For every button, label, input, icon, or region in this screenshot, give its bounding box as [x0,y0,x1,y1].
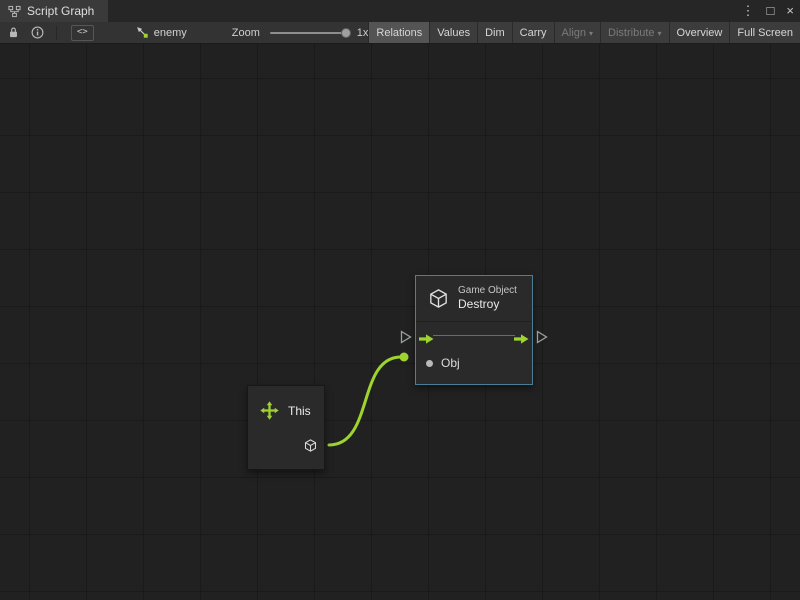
graph-name: enemy [154,27,187,39]
obj-port-row: Obj [416,350,532,376]
tab-title: Script Graph [27,4,94,18]
relation-line [433,335,515,336]
carry-button[interactable]: Carry [512,22,554,43]
zoom-slider-knob[interactable] [341,28,351,38]
node-title: Destroy [458,297,517,312]
graph-breadcrumb[interactable]: enemy [136,26,187,39]
this-output-cube-port[interactable] [303,438,318,453]
graph-asset-icon [136,26,149,39]
chevron-down-icon: ▾ [589,29,593,38]
game-object-cube-icon [427,287,450,310]
window-tab-bar: Script Graph ⋮ □ × [0,0,800,22]
toolbar-buttons: Relations Values Dim Carry Align ▾ Distr… [368,22,800,43]
obj-value-port[interactable] [426,360,433,367]
flow-output-port-triangle-icon[interactable] [536,330,548,344]
obj-port-label: Obj [441,356,460,370]
zoom-value: 1x [357,27,369,39]
connection-wire[interactable] [0,44,800,600]
node-destroy-header: Game Object Destroy [416,276,532,321]
window-close-icon[interactable]: × [780,0,800,22]
window-maximize-icon[interactable]: □ [761,0,781,22]
node-destroy[interactable]: Game Object Destroy Obj [415,275,533,385]
zoom-slider[interactable] [270,32,349,34]
script-graph-icon [8,5,21,18]
zoom-label: Zoom [232,27,260,39]
this-move-icon [259,400,280,421]
flow-output-arrow-icon[interactable] [514,331,529,341]
align-button[interactable]: Align ▾ [554,22,600,43]
code-icon[interactable]: <> [71,25,94,41]
flow-port-row [416,321,532,350]
dim-button[interactable]: Dim [477,22,512,43]
graph-toolbar: <> enemy Zoom 1x Relations Values Dim Ca… [0,22,800,44]
toolbar-separator [56,26,57,40]
node-title: This [288,404,311,418]
relations-button[interactable]: Relations [368,22,429,43]
flow-input-arrow-icon[interactable] [419,331,434,341]
overview-button[interactable]: Overview [669,22,730,43]
distribute-button[interactable]: Distribute ▾ [600,22,668,43]
node-this-header: This [248,386,324,421]
info-icon[interactable] [31,26,44,39]
chevron-down-icon: ▾ [658,29,662,38]
lock-icon[interactable] [8,26,19,39]
window-controls: ⋮ □ × [736,0,800,22]
window-menu-icon[interactable]: ⋮ [736,0,761,22]
full-screen-button[interactable]: Full Screen [729,22,800,43]
graph-canvas[interactable]: Game Object Destroy Obj [0,44,800,600]
tab-script-graph[interactable]: Script Graph [0,0,108,22]
node-this[interactable]: This [247,385,325,470]
flow-input-port-triangle-icon[interactable] [400,330,412,344]
values-button[interactable]: Values [429,22,477,43]
node-category: Game Object [458,285,517,298]
